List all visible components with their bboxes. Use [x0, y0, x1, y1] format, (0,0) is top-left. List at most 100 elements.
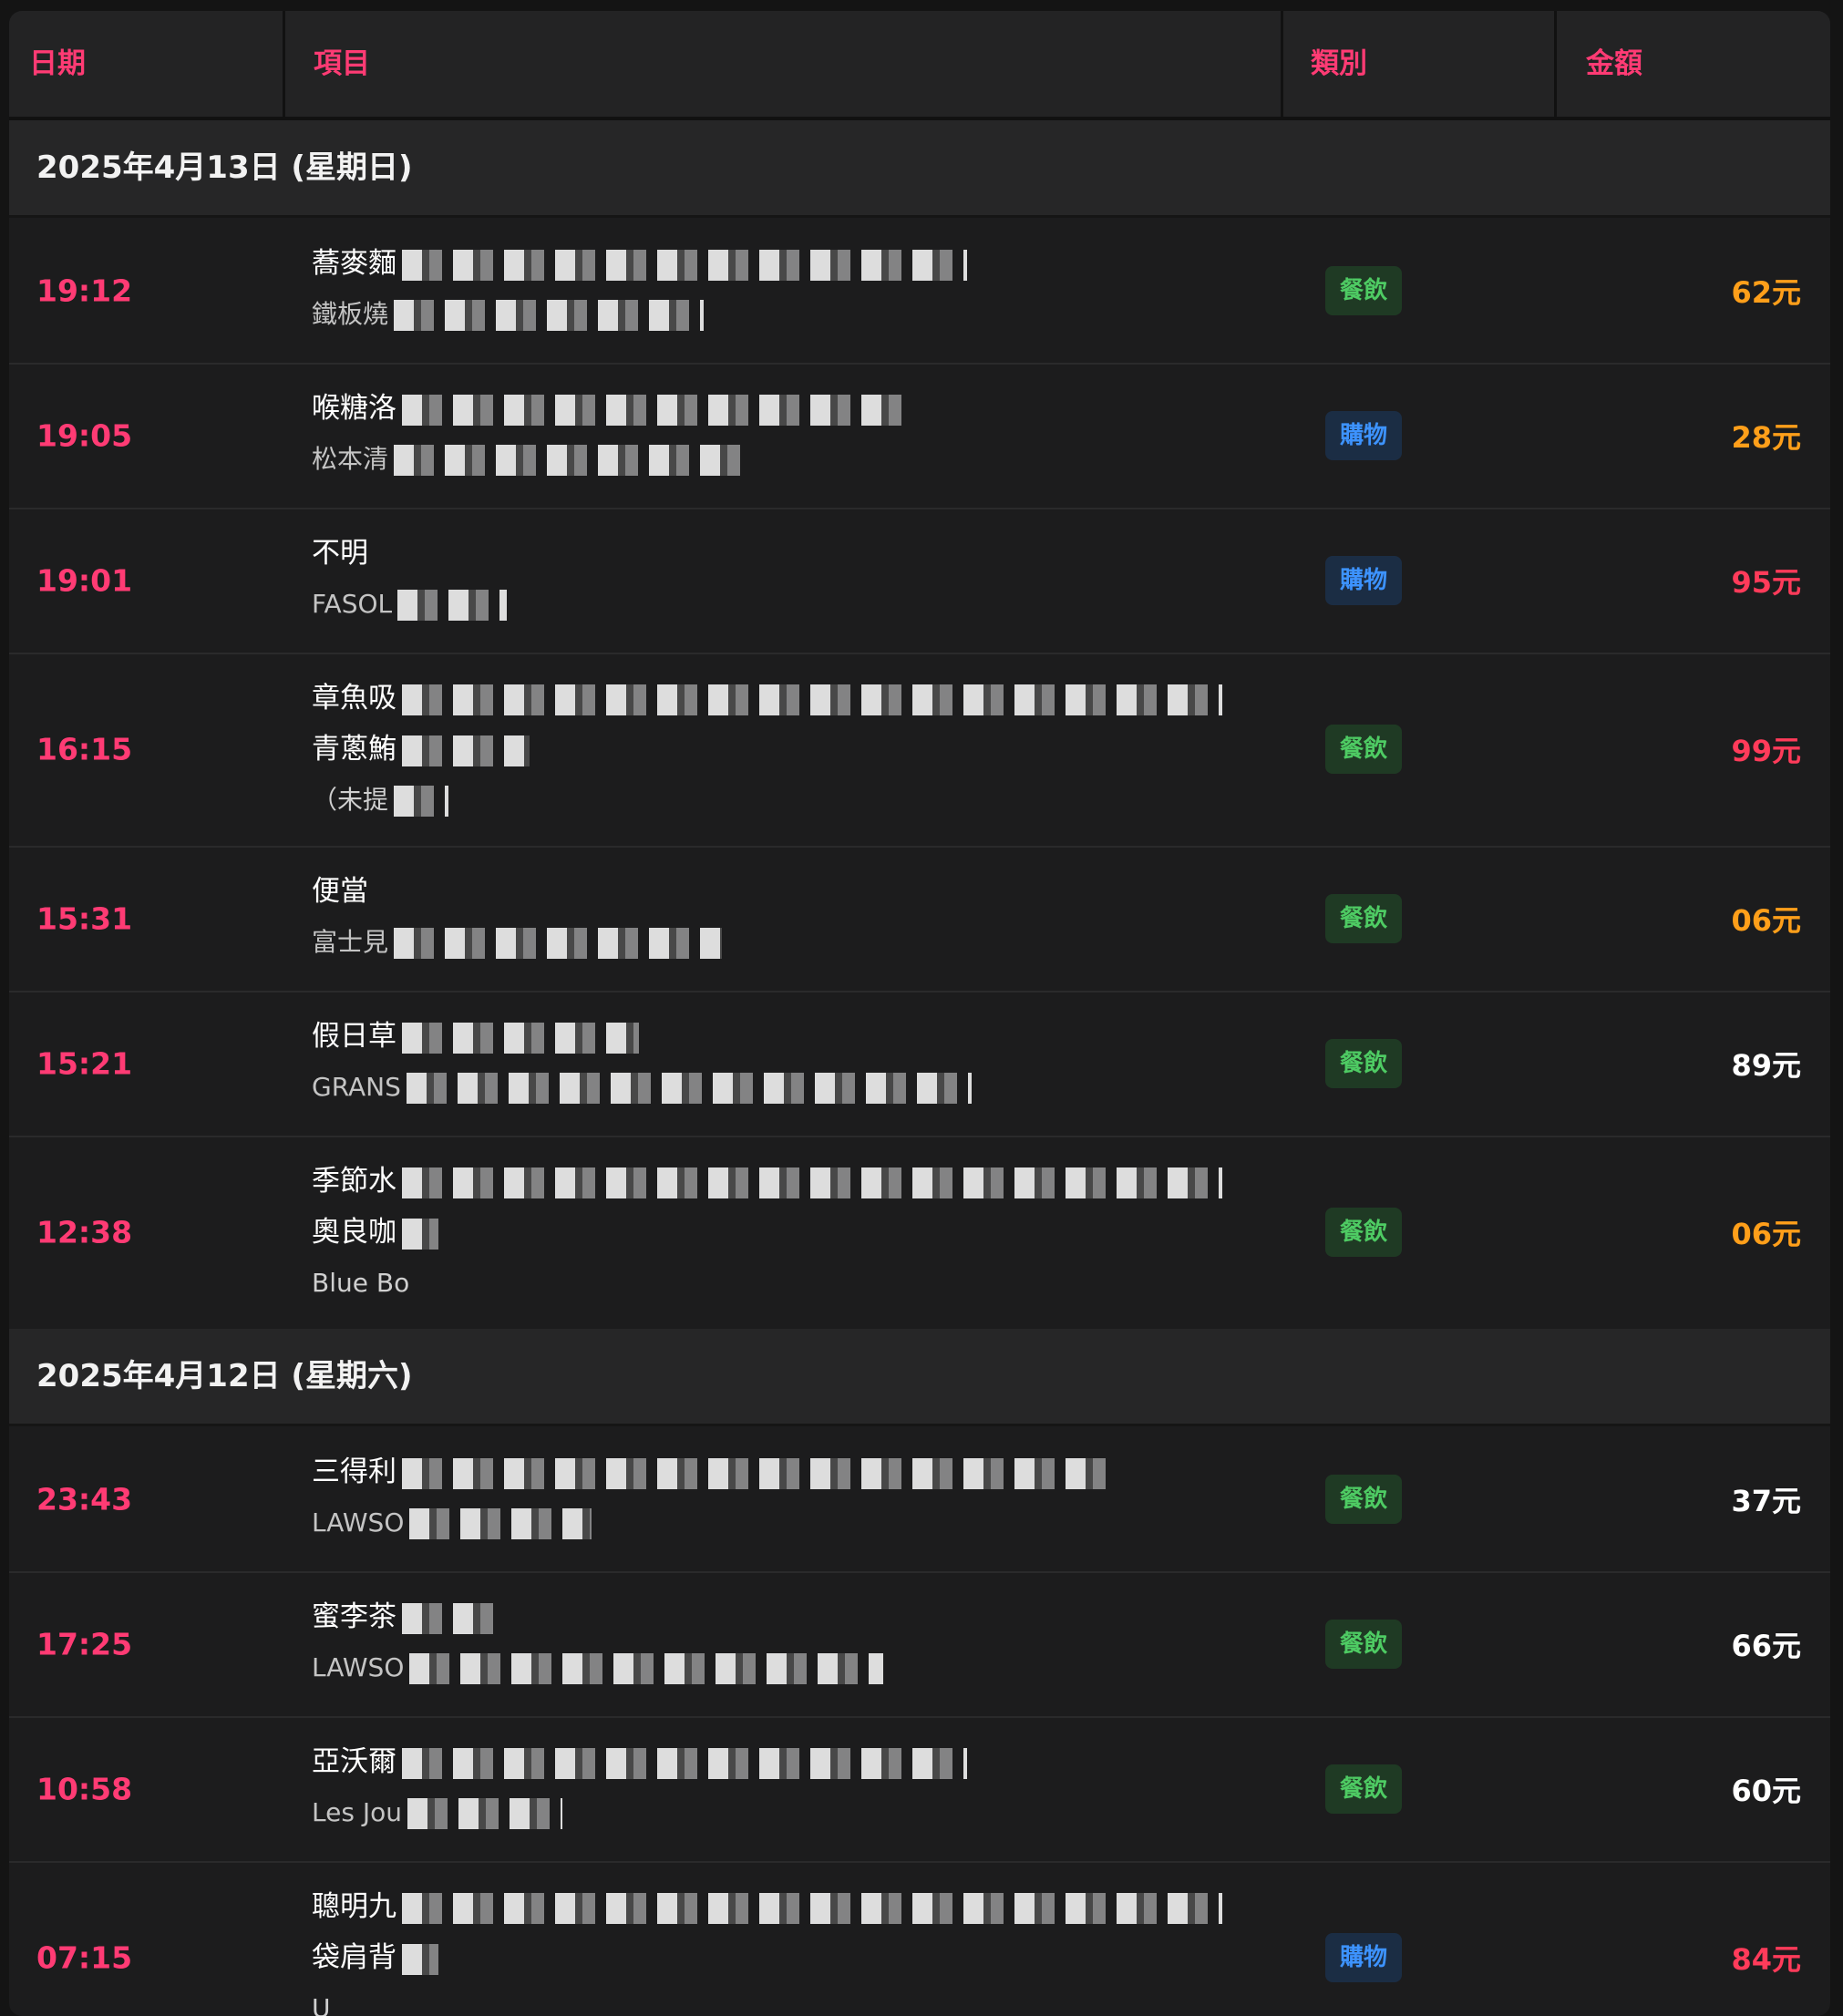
- transaction-details: 季節水 奧良咖 Blue Bo: [312, 1156, 1830, 1309]
- header-date[interactable]: 日期: [29, 11, 86, 117]
- transaction-details: 喉糖洛 松本清: [312, 383, 1830, 485]
- transaction-detail: 袋肩背: [312, 1932, 1830, 1983]
- date-group-header: 2025年4月13日 (星期日): [9, 120, 1830, 218]
- item-text: FASOL: [312, 589, 393, 619]
- transaction-amount: 66元: [1731, 1628, 1801, 1663]
- transaction-row[interactable]: 12:38 季節水 奧良咖 Blue Bo 餐飲 06元: [9, 1136, 1830, 1331]
- redacted-text: [402, 1892, 1222, 1924]
- transaction-time: 07:15: [36, 1939, 133, 1976]
- transaction-row[interactable]: 16:15 章魚吸 青蔥鮪 （未提 餐飲 99元: [9, 653, 1830, 848]
- transaction-time: 16:15: [36, 731, 133, 767]
- transaction-row[interactable]: 19:05 喉糖洛 松本清 購物 28元: [9, 363, 1830, 509]
- redacted-text: [406, 1073, 972, 1104]
- transaction-amount: 99元: [1731, 734, 1801, 768]
- transaction-time: 12:38: [36, 1214, 133, 1250]
- category-badge: 餐飲: [1325, 725, 1402, 774]
- redacted-text: [402, 1218, 438, 1250]
- item-text: GRANS: [312, 1072, 401, 1102]
- transaction-row[interactable]: 17:25 蜜李茶 LAWSO 餐飲 66元: [9, 1571, 1830, 1718]
- transaction-time: 23:43: [36, 1481, 133, 1517]
- transaction-row[interactable]: 10:58 亞沃爾 Les Jou 餐飲 60元: [9, 1716, 1830, 1863]
- item-text: 袋肩背: [312, 1941, 396, 1974]
- transaction-detail: 鐵板燒: [312, 289, 1830, 340]
- redacted-text: [397, 590, 508, 621]
- transaction-details: 章魚吸 青蔥鮪 （未提: [312, 673, 1830, 826]
- transaction-time: 17:25: [36, 1626, 133, 1661]
- transaction-amount: 60元: [1731, 1773, 1801, 1808]
- transaction-item: 聰明九: [312, 1881, 1830, 1932]
- transaction-time: 19:01: [36, 562, 133, 598]
- transaction-item: 三得利: [312, 1446, 1830, 1497]
- transaction-time: 15:21: [36, 1045, 133, 1081]
- transaction-details: 三得利 LAWSO: [312, 1446, 1830, 1548]
- category-badge: 餐飲: [1325, 1474, 1402, 1524]
- transaction-amount: 84元: [1731, 1942, 1801, 1977]
- header-item[interactable]: 項目: [314, 11, 370, 117]
- transaction-details: 亞沃爾 Les Jou: [312, 1736, 1830, 1838]
- item-text: 蕎麥麵: [312, 247, 396, 280]
- transaction-row[interactable]: 15:21 假日草 GRANS 餐飲 89元: [9, 991, 1830, 1137]
- item-text: 三得利: [312, 1455, 396, 1488]
- transaction-amount: 28元: [1731, 419, 1801, 455]
- table-header: 日期 項目 類別 金額: [9, 11, 1830, 120]
- transaction-detail: LAWSO: [312, 1497, 1830, 1548]
- date-group-header: 2025年4月12日 (星期六): [9, 1329, 1830, 1426]
- item-text: U: [312, 1993, 331, 2016]
- redacted-text: [402, 735, 530, 766]
- redacted-text: [394, 445, 741, 476]
- category-badge: 購物: [1325, 555, 1402, 605]
- item-text: LAWSO: [312, 1507, 405, 1538]
- redacted-text: [394, 786, 449, 817]
- item-text: Les Jou: [312, 1797, 402, 1827]
- redacted-text: [402, 249, 967, 281]
- transaction-time: 15:31: [36, 900, 133, 936]
- transaction-row[interactable]: 15:31 便當 富士見 餐飲 06元: [9, 846, 1830, 993]
- redacted-text: [402, 1943, 438, 1975]
- redacted-text: [402, 1602, 493, 1634]
- transaction-amount: 37元: [1731, 1483, 1801, 1518]
- transaction-row[interactable]: 19:01 不明 FASOL 購物 95元: [9, 508, 1830, 654]
- transaction-detail: FASOL: [312, 579, 1830, 630]
- item-text: 青蔥鮪: [312, 733, 396, 766]
- header-divider: [1281, 11, 1283, 117]
- category-badge: 餐飲: [1325, 893, 1402, 943]
- transaction-item: 季節水: [312, 1156, 1830, 1207]
- header-divider: [1554, 11, 1557, 117]
- transaction-detail: GRANS: [312, 1062, 1830, 1113]
- transaction-time: 19:12: [36, 273, 133, 308]
- header-category[interactable]: 類別: [1311, 11, 1367, 117]
- transaction-amount: 06元: [1731, 1217, 1801, 1251]
- item-text: 松本清: [312, 444, 389, 474]
- transaction-time: 10:58: [36, 1771, 133, 1806]
- category-badge: 購物: [1325, 1933, 1402, 1982]
- transaction-details: 假日草 GRANS: [312, 1011, 1830, 1113]
- transaction-item: 便當: [312, 866, 1830, 917]
- transaction-amount: 89元: [1731, 1047, 1801, 1083]
- transaction-details: 蜜李茶 LAWSO: [312, 1591, 1830, 1693]
- transaction-details: 不明 FASOL: [312, 528, 1830, 630]
- item-text: LAWSO: [312, 1652, 405, 1682]
- expense-table: 日期 項目 類別 金額 2025年4月13日 (星期日) 19:12 蕎麥麵 鐵板燒餐…: [9, 11, 1830, 2016]
- transaction-detail: Blue Bo: [312, 1258, 1830, 1309]
- transaction-row[interactable]: 07:15 聰明九袋肩背 U 購物 84元: [9, 1861, 1830, 2016]
- item-text: 便當: [312, 875, 368, 908]
- transaction-detail: （未提: [312, 775, 1830, 826]
- category-badge: 餐飲: [1325, 265, 1402, 315]
- item-text: 聰明九: [312, 1890, 396, 1923]
- transaction-row[interactable]: 23:43 三得利 LAWSO 餐飲 37元: [9, 1426, 1830, 1573]
- header-amount[interactable]: 金額: [1586, 11, 1642, 117]
- category-badge: 餐飲: [1325, 1208, 1402, 1257]
- redacted-text: [402, 1457, 1113, 1489]
- date-label: 2025年4月13日 (星期日): [36, 149, 413, 186]
- item-text: 季節水: [312, 1165, 396, 1198]
- redacted-text: [402, 1747, 967, 1779]
- redacted-text: [409, 1653, 884, 1684]
- transaction-row[interactable]: 19:12 蕎麥麵 鐵板燒 餐飲 62元: [9, 218, 1830, 365]
- redacted-text: [402, 1167, 1222, 1198]
- item-text: 鐵板燒: [312, 299, 389, 329]
- redacted-text: [394, 300, 705, 331]
- item-text: 假日草: [312, 1020, 396, 1053]
- transaction-details: 聰明九袋肩背 U: [312, 1881, 1830, 2016]
- transaction-details: 蕎麥麵 鐵板燒: [312, 238, 1830, 340]
- redacted-text: [402, 684, 1222, 715]
